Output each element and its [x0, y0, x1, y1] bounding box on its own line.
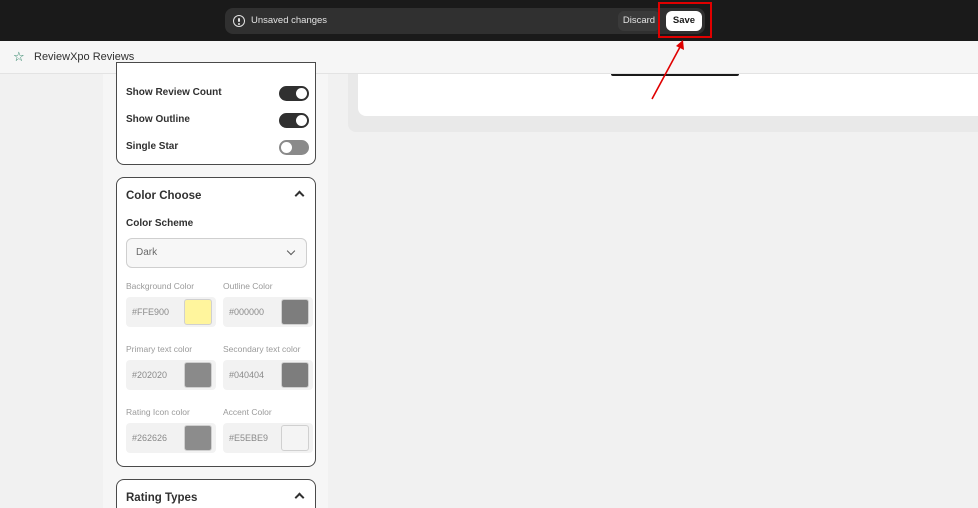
annotation-arrow [651, 40, 684, 100]
